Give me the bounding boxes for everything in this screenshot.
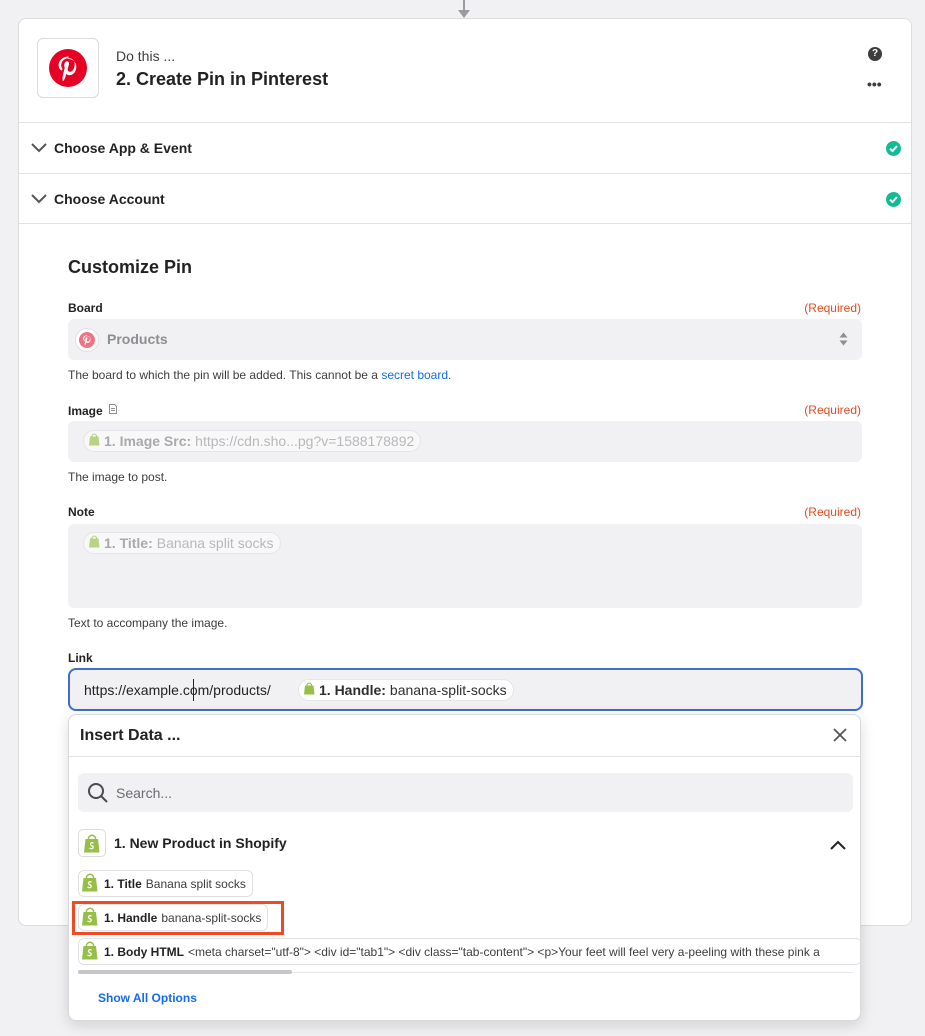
pinterest-logo-icon — [37, 38, 99, 98]
form-title: Customize Pin — [68, 257, 193, 277]
board-help: The board to which the pin will be added… — [68, 368, 451, 382]
note-input[interactable]: 1. Title: Banana split socks — [68, 524, 862, 608]
shopify-bag-icon — [78, 829, 106, 857]
close-icon[interactable] — [832, 727, 848, 748]
image-help: The image to post. — [68, 470, 168, 484]
select-arrows-icon — [839, 331, 848, 352]
board-label: Board — [68, 301, 103, 315]
insert-data-title: Insert Data ... — [80, 727, 181, 744]
link-typed-value: https://example.com/products/ — [84, 682, 271, 698]
check-circle-icon — [886, 141, 901, 156]
insert-data-panel: Insert Data ... Search... 1. New Product… — [68, 714, 861, 1021]
insert-data-search-input[interactable]: Search... — [78, 773, 853, 812]
chevron-up-icon[interactable] — [830, 837, 846, 855]
option-body-html[interactable]: 1. Body HTML <meta charset="utf-8"> <div… — [78, 938, 860, 965]
highlight-annotation — [72, 901, 284, 935]
horizontal-scrollbar[interactable] — [78, 970, 292, 974]
shopify-bag-icon — [82, 941, 98, 963]
step-prefix: Do this ... — [116, 48, 176, 64]
pill-key: 1. Title: — [104, 535, 153, 551]
pinterest-logo-icon — [75, 328, 99, 352]
search-icon — [87, 782, 109, 809]
check-circle-icon — [886, 192, 901, 207]
section-choose-account[interactable]: Choose Account — [19, 173, 911, 224]
step-title: 2. Create Pin in Pinterest — [116, 69, 329, 89]
note-label: Note — [68, 505, 95, 519]
image-label-text: Image — [68, 404, 103, 418]
image-input[interactable]: 1. Image Src: https://cdn.sho...pg?v=158… — [68, 421, 862, 462]
board-required: (Required) — [804, 301, 861, 315]
note-help: Text to accompany the image. — [68, 616, 228, 630]
text-caret — [193, 679, 194, 701]
document-icon — [109, 403, 118, 417]
link-label: Link — [68, 651, 93, 665]
section-choose-app-event[interactable]: Choose App & Event — [19, 122, 911, 173]
option-key: 1. Body HTML — [104, 944, 184, 959]
link-input[interactable]: https://example.com/products/ 1. Handle:… — [68, 668, 863, 711]
option-value: <meta charset="utf-8"> <div id="tab1"> <… — [188, 944, 820, 959]
search-placeholder: Search... — [116, 785, 173, 801]
note-title-pill[interactable]: 1. Title: Banana split socks — [83, 532, 281, 554]
shopify-bag-icon — [89, 535, 100, 551]
shopify-step-group[interactable]: 1. New Product in Shopify — [78, 828, 853, 858]
option-key: 1. Title — [104, 876, 142, 891]
secret-board-link[interactable]: secret board — [381, 368, 448, 382]
section-label: Choose App & Event — [54, 140, 192, 156]
pill-key: 1. Handle: — [319, 682, 386, 698]
help-icon[interactable]: ? — [868, 47, 882, 61]
option-value: Banana split socks — [145, 876, 246, 891]
note-required: (Required) — [804, 505, 861, 519]
option-title[interactable]: 1. Title Banana split socks — [78, 870, 253, 897]
pill-value: https://cdn.sho...pg?v=1588178892 — [195, 433, 415, 449]
image-label: Image — [68, 403, 118, 418]
pill-value: Banana split socks — [156, 535, 274, 551]
pill-key: 1. Image Src: — [104, 433, 192, 449]
image-required: (Required) — [804, 403, 861, 417]
image-src-pill[interactable]: 1. Image Src: https://cdn.sho...pg?v=158… — [83, 430, 422, 452]
section-label: Choose Account — [54, 191, 165, 207]
panel-divider — [69, 756, 860, 757]
chevron-down-icon — [31, 140, 47, 158]
more-icon[interactable]: ••• — [867, 76, 882, 92]
shopify-bag-icon — [304, 682, 315, 698]
link-handle-pill[interactable]: 1. Handle: banana-split-socks — [298, 679, 514, 701]
board-select[interactable]: Products — [68, 319, 862, 360]
board-help-text: The board to which the pin will be added… — [68, 368, 382, 382]
connector-arrow-icon — [458, 10, 470, 18]
pill-value: banana-split-socks — [389, 682, 507, 698]
section-divider — [19, 223, 911, 224]
board-value: Products — [107, 331, 168, 347]
shopify-bag-icon — [82, 873, 98, 895]
show-all-options-button[interactable]: Show All Options — [98, 991, 197, 1005]
board-help-suffix: . — [448, 368, 452, 382]
chevron-down-icon — [31, 191, 47, 209]
step-header: Do this ... 2. Create Pin in Pinterest ?… — [19, 19, 911, 122]
shopify-bag-icon — [89, 433, 100, 449]
group-title: 1. New Product in Shopify — [114, 835, 287, 851]
